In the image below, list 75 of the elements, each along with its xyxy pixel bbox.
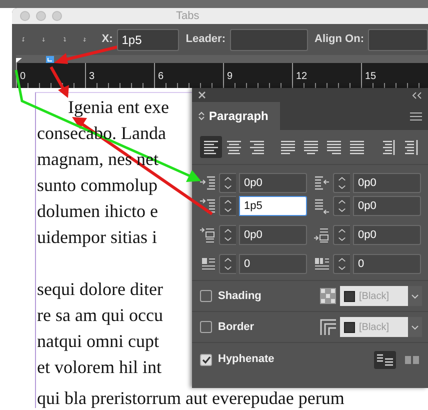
field-label: Leader: [186,32,226,48]
alignment-button[interactable] [200,136,222,158]
checkbox[interactable] [200,354,212,366]
align-lines-icon [250,140,264,154]
checkbox[interactable] [200,290,212,302]
align-lines-icon [204,140,218,154]
chevron-down-icon[interactable] [411,294,419,298]
option-label: Shading [218,288,262,304]
composer-button[interactable] [374,350,396,368]
panel-tab[interactable]: Paragraph [192,102,280,130]
tab-stop-icon[interactable] [46,56,54,63]
stepper-arrows[interactable] [219,173,236,193]
option-label: Border [218,320,254,335]
single-line-composer-icon [405,354,419,364]
ruler-label: 12 [295,70,308,84]
body-text-line: sunto commolup [36,174,158,197]
stepper-arrows[interactable] [333,173,350,193]
align-lines-icon [350,140,364,154]
number-field[interactable]: 0p0 [239,225,307,245]
window-title: Tabs [176,8,200,24]
chevron-down-icon[interactable] [411,324,419,330]
text-field[interactable] [368,28,428,50]
body-text-line: qui bla preristorrum aut everepudae perum [36,388,344,408]
indent-icon [314,175,330,191]
spacing-icon [200,227,216,243]
stepper-arrows[interactable] [333,196,350,216]
number-field[interactable]: 0 [353,254,421,274]
body-text-line: natqui omni cupt [36,330,159,353]
indent-icon [314,198,330,214]
checkbox[interactable] [200,321,212,333]
updown-icon [198,111,205,121]
drop-cap-icon [314,256,330,272]
ruler-label: 0 [19,70,26,84]
stepper-arrows[interactable] [219,254,236,274]
drop-cap-icon [200,256,216,272]
align-lines-icon [227,140,241,154]
number-field[interactable]: 0p0 [239,173,307,193]
align-lines-icon [404,140,418,154]
number-field[interactable]: 0p0 [353,173,421,193]
body-text-line: re sa am qui occu [36,304,163,327]
indent-icon [200,175,216,191]
close-icon[interactable] [198,91,206,99]
option-label: Hyphenate [218,352,274,368]
paragraph-composer-icon [377,354,393,366]
stepper-arrows[interactable] [333,254,350,274]
ruler-label: 9 [226,70,233,84]
ruler-label: 6 [157,70,164,84]
body-text-line: et volorem hil int [36,356,162,379]
ruler-label: 3 [88,70,95,84]
body-text-line: Igenia ent exe [67,96,169,119]
body-text-line: dolumen ihicto e [36,200,158,223]
text-field[interactable]: 1p5 [116,28,179,50]
indent-icon [200,198,216,214]
number-field[interactable]: 0p0 [353,196,421,216]
body-text-line: uidempor sitias i [36,226,157,249]
number-field[interactable]: 0 [239,254,307,274]
border-icon [320,319,336,335]
body-text-line: sequi dolore diter [36,278,163,301]
stepper-arrows[interactable] [333,225,350,245]
number-field[interactable]: 0p0 [353,225,421,245]
shading-icon [320,288,336,304]
align-lines-icon [281,140,295,154]
ruler-label: 15 [364,70,376,84]
text-field[interactable] [230,28,308,50]
align-lines-icon [381,140,395,154]
collapse-icon[interactable] [412,92,422,98]
stepper-arrows[interactable] [219,196,236,216]
number-field[interactable]: 1p5 [239,196,307,216]
stepper-arrows[interactable] [219,225,236,245]
align-lines-icon [327,140,341,154]
spacing-icon [314,227,330,243]
menu-icon[interactable] [410,112,422,120]
field-label: X: [102,32,113,48]
align-lines-icon [304,140,318,154]
field-label: Align On: [314,32,364,48]
